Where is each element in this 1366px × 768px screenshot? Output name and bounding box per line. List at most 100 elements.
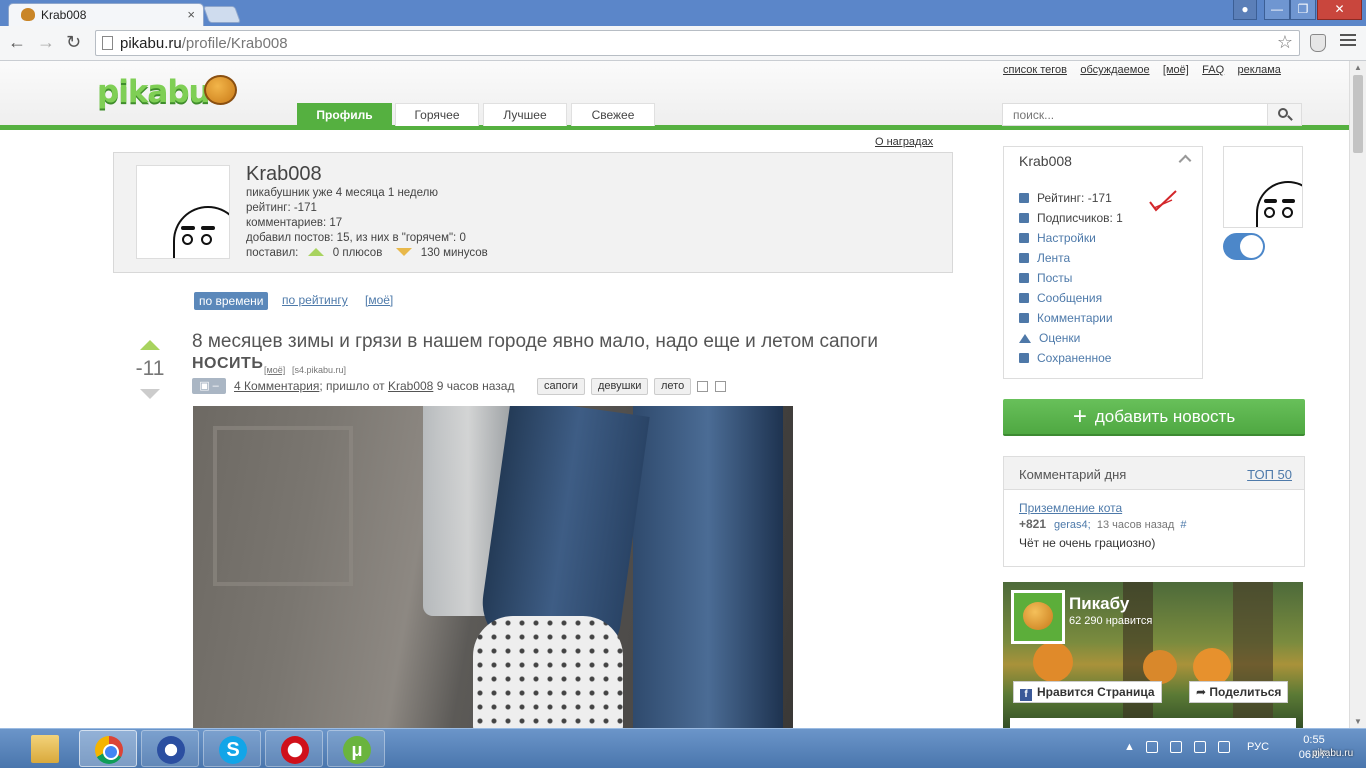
tab-profile[interactable]: Профиль <box>297 103 392 126</box>
fb-page-name[interactable]: Пикабу <box>1069 594 1129 614</box>
sort-by-rating[interactable]: по рейтингу <box>282 293 348 307</box>
comment-of-day-title: Комментарий дня <box>1019 467 1127 482</box>
flag-icon[interactable] <box>1146 741 1158 753</box>
fb-like-button[interactable]: f Нравится Страница <box>1013 681 1162 703</box>
sort-mine[interactable]: [моё] <box>365 293 393 307</box>
language-indicator[interactable]: РУС <box>1247 741 1269 753</box>
story-title-tail[interactable]: НОСИТЬ <box>192 353 263 375</box>
network-icon[interactable] <box>1170 741 1182 753</box>
volume-icon[interactable] <box>1218 741 1230 753</box>
save-icon <box>1019 353 1029 363</box>
comment-of-day: Комментарий дня ТОП 50 Приземление кота … <box>1003 456 1305 567</box>
story-mine-tag[interactable]: [моё] <box>264 359 285 381</box>
sidebar-item-rating: Рейтинг: -171 <box>1019 191 1112 205</box>
comment-post-link[interactable]: Приземление кота <box>1019 501 1122 515</box>
story-image[interactable] <box>193 406 793 728</box>
top50-link[interactable]: ТОП 50 <box>1247 467 1292 482</box>
taskbar-utorrent[interactable]: μ <box>327 730 385 767</box>
scroll-thumb[interactable] <box>1353 75 1363 153</box>
author-link[interactable]: Krab008 <box>388 379 433 393</box>
tab-fresh[interactable]: Свежее <box>571 103 655 126</box>
comments-link[interactable]: 4 Комментария <box>234 379 319 393</box>
sidebar-item-feed[interactable]: Лента <box>1019 251 1070 265</box>
sort-by-time[interactable]: по времени <box>194 292 269 310</box>
comment-user[interactable]: geras4; <box>1054 519 1091 531</box>
taskbar-explorer[interactable] <box>16 730 74 767</box>
browser-toolbar: ← → ↻ pikabu.ru/profile/Krab008 ☆ <box>0 26 1366 61</box>
page-icon <box>102 36 113 50</box>
downvote-icon[interactable] <box>140 389 160 399</box>
plus-arrow-icon <box>307 247 324 256</box>
votes-plus: 0 плюсов <box>332 247 383 259</box>
story-rating: -11 <box>135 357 165 380</box>
signal-icon[interactable] <box>1194 741 1206 753</box>
muffin-logo-icon[interactable] <box>204 75 237 105</box>
add-news-button[interactable]: + добавить новость <box>1003 399 1305 436</box>
vertical-scrollbar[interactable]: ▲ ▼ <box>1349 61 1366 728</box>
save-icon[interactable] <box>697 381 708 392</box>
scroll-down-icon[interactable]: ▼ <box>1354 717 1362 726</box>
story-time: 9 часов назад <box>436 379 515 393</box>
fb-page-avatar[interactable] <box>1011 590 1065 644</box>
search-icon[interactable] <box>1267 104 1301 125</box>
comments-icon <box>1019 313 1029 323</box>
reload-button[interactable]: ↻ <box>66 32 81 53</box>
link-faq[interactable]: FAQ <box>1202 64 1224 76</box>
upvote-icon[interactable] <box>140 340 160 350</box>
sidebar-username: Krab008 <box>1019 153 1072 169</box>
bookmark-star-icon[interactable]: ☆ <box>1277 32 1293 53</box>
site-logo[interactable]: pikabu <box>97 74 211 110</box>
story-title[interactable]: 8 месяцев зимы и грязи в нашем городе яв… <box>192 331 922 375</box>
close-window-button[interactable]: ✕ <box>1317 0 1362 20</box>
sidebar-item-votes[interactable]: Оценки <box>1019 331 1080 345</box>
menu-icon[interactable] <box>1340 34 1356 49</box>
profile-comments: комментариев: 17 <box>246 217 343 229</box>
search-input[interactable] <box>1003 104 1265 125</box>
back-button[interactable]: ← <box>8 32 26 53</box>
scroll-up-icon[interactable]: ▲ <box>1354 63 1362 72</box>
browser-tab[interactable]: Krab008 × <box>8 3 204 26</box>
taskbar-opera[interactable] <box>265 730 323 767</box>
link-discussed[interactable]: обсуждаемое <box>1080 64 1149 76</box>
sidebar-item-settings[interactable]: Настройки <box>1019 231 1096 245</box>
taskbar-alarm[interactable] <box>141 730 199 767</box>
comment-permalink[interactable]: # <box>1180 519 1186 531</box>
windows-taskbar: S μ ▲ РУС 0:55 06.07. <box>0 728 1366 768</box>
taskbar-skype[interactable]: S <box>203 730 261 767</box>
expand-icon[interactable] <box>715 381 726 392</box>
new-tab-button[interactable] <box>202 6 242 23</box>
sidebar-item-messages[interactable]: Сообщения <box>1019 291 1102 305</box>
profile-votes: поставил: 0 плюсов 130 минусов <box>246 247 488 259</box>
tab-hot[interactable]: Горячее <box>395 103 479 126</box>
minimize-button[interactable]: — <box>1264 0 1290 20</box>
sidebar-item-posts[interactable]: Посты <box>1019 271 1072 285</box>
link-ads[interactable]: реклама <box>1238 64 1281 76</box>
link-mine[interactable]: [моё] <box>1163 64 1189 76</box>
tag-summer[interactable]: лето <box>654 378 692 395</box>
alarm-icon <box>157 736 185 764</box>
address-bar[interactable]: pikabu.ru/profile/Krab008 ☆ <box>95 30 1300 56</box>
tab-close-icon[interactable]: × <box>187 7 195 22</box>
forward-button[interactable]: → <box>37 32 55 53</box>
story-source[interactable]: [s4.pikabu.ru] <box>292 359 346 381</box>
tray-expand-icon[interactable]: ▲ <box>1124 741 1135 753</box>
awards-link[interactable]: О наградах <box>875 136 933 148</box>
camera-icon: ▣ – <box>192 378 226 394</box>
fb-share-button[interactable]: ➦ Поделиться <box>1189 681 1289 703</box>
pin-icon[interactable] <box>1178 154 1192 168</box>
tag-girls[interactable]: девушки <box>591 378 649 395</box>
taskbar-chrome[interactable] <box>79 730 137 767</box>
maximize-button[interactable]: ❐ <box>1290 0 1316 20</box>
sidebar-item-saved[interactable]: Сохраненное <box>1019 351 1111 365</box>
profile-icon[interactable]: ● <box>1233 0 1257 20</box>
sidebar-avatar[interactable] <box>1223 146 1303 228</box>
comment-time: 13 часов назад <box>1096 519 1175 531</box>
extension-shield-icon[interactable] <box>1310 34 1326 52</box>
comment-score: +821 <box>1019 517 1047 531</box>
tag-boots[interactable]: сапоги <box>537 378 585 395</box>
tab-best[interactable]: Лучшее <box>483 103 567 126</box>
comment-text: Чёт не очень грациозно) <box>1019 536 1156 550</box>
link-tag-list[interactable]: список тегов <box>1003 64 1067 76</box>
mode-toggle[interactable] <box>1223 233 1265 260</box>
sidebar-item-comments[interactable]: Комментарии <box>1019 311 1113 325</box>
